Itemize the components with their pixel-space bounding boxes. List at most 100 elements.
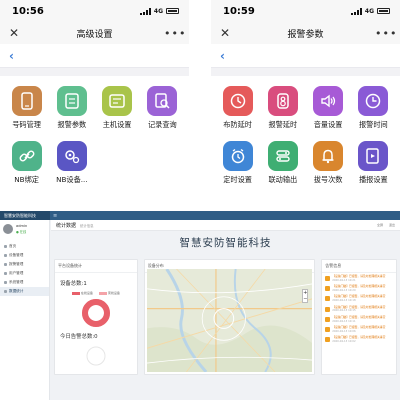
tile-host-settings[interactable]: 主机设置	[95, 80, 140, 135]
linkage-output-icon	[267, 140, 298, 171]
tile-label: 播报设置	[358, 174, 388, 184]
alert-item[interactable]: 【设备门磁】已报警，请及时处理相关事宜 2020-04-13 10:15	[325, 305, 393, 313]
alert-list: 【设备门磁】已报警，请及时处理相关事宜 2020-04-13 10:21 【设备门磁…	[322, 273, 396, 348]
tile-volume[interactable]: 音量设置	[306, 80, 351, 135]
back-chevron-icon[interactable]: ‹	[9, 49, 14, 63]
alarm-delay-icon	[267, 85, 298, 116]
status-time: 10:56	[12, 5, 44, 17]
avatar	[3, 224, 13, 234]
today-alarm-total: 今日告警总数:0	[60, 334, 98, 340]
more-icon[interactable]: •••	[164, 27, 185, 40]
alarm-ring-chart	[86, 346, 106, 366]
tile-label: 联动输出	[268, 174, 298, 184]
tile-alarm-time[interactable]: 报警时间	[351, 80, 396, 135]
alert-item[interactable]: 【设备门磁】已报警，请及时处理相关事宜 2020-04-13 10:02	[325, 335, 393, 343]
tile-alarm-delay[interactable]: 报警延时	[260, 80, 305, 135]
fullscreen-button[interactable]: 全屏	[377, 223, 383, 227]
alert-time: 2020-04-13 10:15	[332, 309, 356, 313]
tile-broadcast[interactable]: 播报设置	[351, 135, 396, 190]
menu-toggle-icon[interactable]: ≡	[53, 213, 57, 219]
tile-alarm-params[interactable]: 报警参数	[49, 80, 94, 135]
tile-label: 号码管理	[12, 119, 41, 129]
warning-icon	[325, 296, 331, 302]
warning-icon	[325, 316, 331, 322]
alert-time: 2020-04-13 10:18	[332, 299, 356, 303]
tile-record-search[interactable]: 记录查询	[140, 80, 185, 135]
phone-manage-icon	[11, 85, 42, 116]
tile-label: 定时设置	[223, 174, 252, 184]
sidebar-item-statistics[interactable]: 数据统计	[0, 287, 49, 296]
map-zoom-control[interactable]: + −	[302, 289, 309, 303]
timer-icon	[222, 140, 253, 171]
host-settings-icon	[102, 85, 133, 116]
warning-icon	[325, 276, 331, 281]
tile-number-manage[interactable]: 号码管理	[4, 80, 49, 135]
volume-icon	[313, 85, 344, 116]
sidebar-item-users[interactable]: 用户管理	[0, 269, 49, 278]
logout-button[interactable]: 退出	[389, 223, 395, 227]
tile-timer[interactable]: 定时设置	[215, 135, 260, 190]
tile-nb-device[interactable]: NB设备...	[49, 135, 94, 190]
tile-linkage-output[interactable]: 联动输出	[260, 135, 305, 190]
phone-screen-alarm-params: 10:59 4G ✕ 报警参数 ••• ‹ 布防延时 报警延时 音量设置 报警时…	[211, 0, 400, 194]
warning-icon	[325, 286, 331, 292]
battery-icon	[166, 8, 179, 14]
alert-item[interactable]: 【设备门磁】已报警，请及时处理相关事宜 2020-04-13 10:11	[325, 315, 393, 323]
web-dashboard: 智慧安防智能科技 ≡ admin ● 在线 首页 设备管理 报警管理 用户管理 …	[0, 211, 400, 400]
sidebar: admin ● 在线 首页 设备管理 报警管理 用户管理 系统管理 数据统计	[0, 220, 50, 400]
signal-icon	[139, 7, 151, 15]
sidebar-item-devices[interactable]: 设备管理	[0, 251, 49, 260]
record-search-icon	[147, 85, 178, 116]
network-label: 4G	[364, 7, 374, 15]
status-bar: 10:59 4G	[211, 0, 400, 22]
signal-icon	[350, 7, 362, 15]
tile-label: 主机设置	[102, 119, 132, 129]
arm-delay-icon	[222, 85, 253, 116]
alerts-card: 告警信息 【设备门磁】已报警，请及时处理相关事宜 2020-04-13 10:21…	[321, 259, 397, 375]
device-stats-card: 平台设备统计 设备总数:1 在线设备 离线设备 今日告警总数:0	[54, 259, 138, 375]
device-total: 设备总数:1	[60, 281, 87, 287]
close-icon[interactable]: ✕	[9, 26, 25, 40]
broadcast-icon	[358, 140, 389, 171]
close-icon[interactable]: ✕	[220, 26, 236, 40]
warning-icon	[325, 327, 331, 333]
alarm-params-grid: 布防延时 报警延时 音量设置 报警时间 定时设置 联动输出 拔号次数 播报设置	[211, 76, 400, 194]
alert-item[interactable]: 【设备门磁】已报警，请及时处理相关事宜 2020-04-13 10:18	[325, 295, 393, 302]
tile-label: 报警参数	[57, 119, 87, 129]
tile-nb-bind[interactable]: NB绑定	[4, 135, 49, 190]
alert-item[interactable]: 【设备门磁】已报警，请及时处理相关事宜 2020-04-13 10:21	[325, 274, 393, 282]
sidebar-item-home[interactable]: 首页	[0, 242, 49, 251]
nav-bar: ✕ 高级设置 •••	[0, 22, 189, 44]
dial-count-icon	[313, 140, 344, 171]
phone-screen-advanced-settings: 10:56 4G ✕ 高级设置 ••• ‹ 号码管理 报警参数 主机设置 记录查…	[0, 0, 189, 194]
back-chevron-icon[interactable]: ‹	[220, 49, 225, 63]
alert-item[interactable]: 【设备门磁】已报警，请及时处理相关事宜 2020-04-13 10:06	[325, 325, 393, 333]
device-donut-chart	[81, 299, 110, 327]
tile-label: NB设备...	[56, 174, 88, 184]
device-map-card: 设备分布 + −	[143, 259, 316, 375]
tile-dial-count[interactable]: 拔号次数	[306, 135, 351, 190]
alarm-icon	[4, 263, 7, 266]
main-content: 统计数据 统计信息 全屏 退出 智慧安防智能科技 平台设备统计 设备总数:1 在…	[51, 220, 400, 400]
tile-label: 报警时间	[358, 119, 388, 129]
warning-icon	[325, 337, 331, 343]
more-icon[interactable]: •••	[375, 27, 396, 40]
nb-bind-icon	[11, 140, 42, 171]
dashboard-title: 智慧安防智能科技	[179, 237, 272, 249]
back-bar: ‹	[211, 44, 400, 68]
tile-arm-delay[interactable]: 布防延时	[215, 80, 260, 135]
warning-icon	[325, 306, 331, 312]
sidebar-item-alarms[interactable]: 报警管理	[0, 260, 49, 269]
alert-item[interactable]: 【设备门磁】已报警，请及时处理相关事宜 2020-04-13 10:20	[325, 284, 393, 292]
nav-title: 报警参数	[287, 29, 324, 40]
device-map[interactable]: + −	[146, 269, 313, 372]
gear-icon	[4, 281, 7, 284]
zoom-out-button[interactable]: −	[303, 296, 307, 302]
chart-legend: 在线设备 离线设备	[55, 291, 137, 295]
user-panel: admin ● 在线	[0, 220, 49, 238]
alert-time: 2020-04-13 10:06	[332, 329, 356, 333]
sidebar-item-system[interactable]: 系统管理	[0, 278, 49, 287]
legend-online: 在线设备	[71, 291, 93, 295]
sidebar-item-label: 设备管理	[9, 253, 24, 257]
home-icon	[4, 245, 7, 248]
